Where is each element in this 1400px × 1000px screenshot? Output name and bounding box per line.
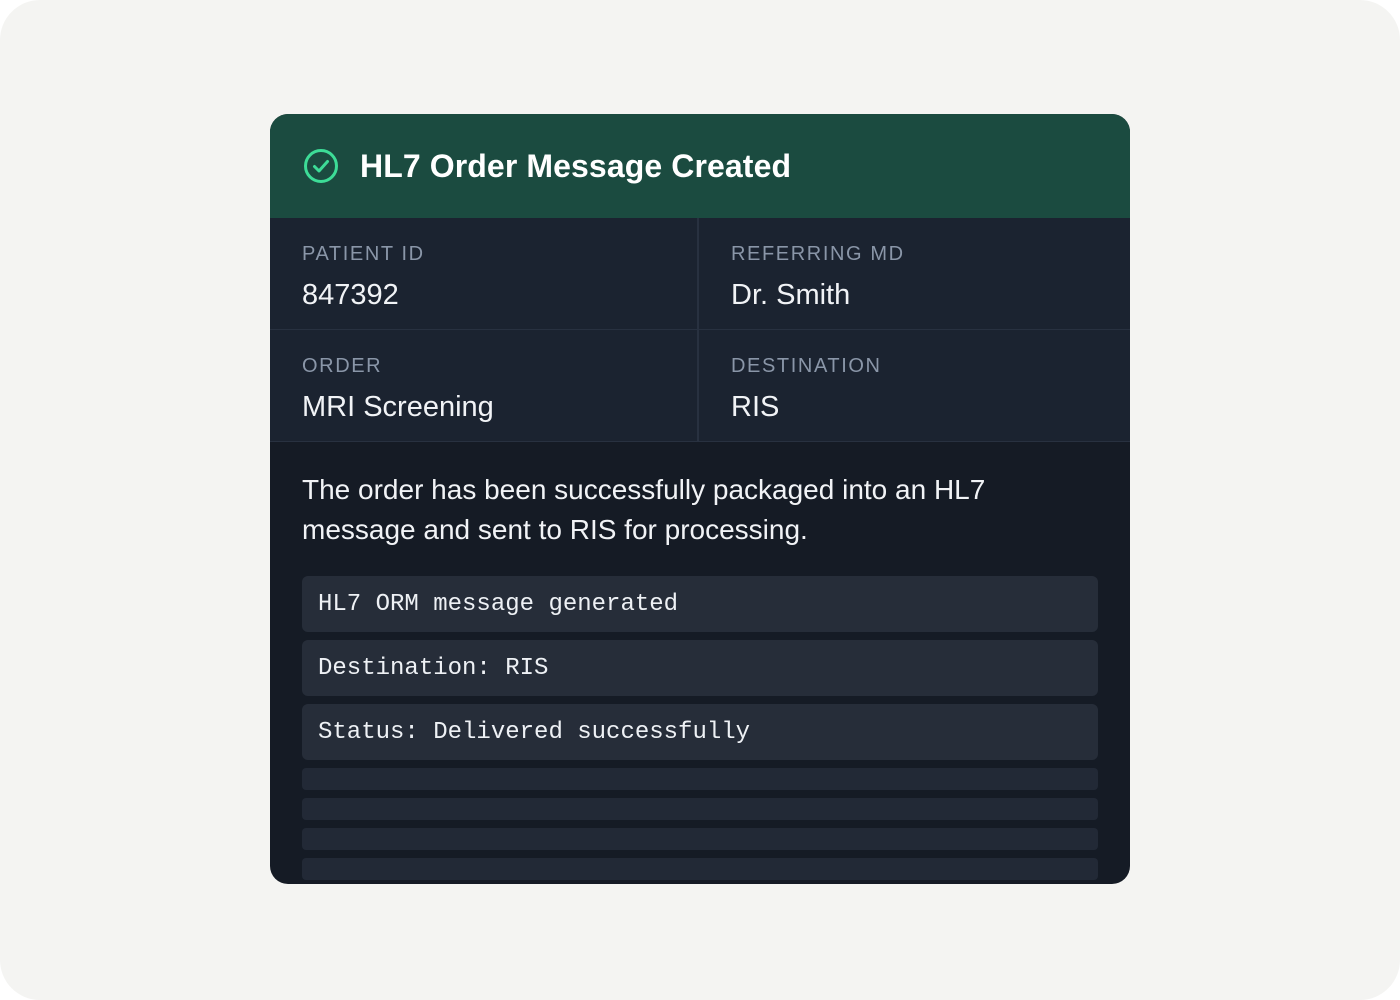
page-background: HL7 Order Message Created PATIENT ID 847… [0, 0, 1400, 1000]
check-circle-icon [302, 147, 340, 185]
log-placeholder-line [302, 798, 1098, 820]
order-field: ORDER MRI Screening [270, 330, 699, 442]
field-value: MRI Screening [302, 391, 494, 423]
log-placeholder-line [302, 768, 1098, 790]
destination-field: DESTINATION RIS [699, 330, 1130, 442]
status-description: The order has been successfully packaged… [302, 474, 986, 545]
log-line: HL7 ORM message generated [302, 576, 1098, 632]
card-header: HL7 Order Message Created [270, 114, 1130, 218]
order-details-grid: PATIENT ID 847392 REFERRING MD Dr. Smith… [270, 218, 1130, 442]
field-label: DESTINATION [731, 355, 882, 377]
field-label: REFERRING MD [731, 243, 905, 265]
referring-md-field: REFERRING MD Dr. Smith [699, 218, 1130, 330]
log-line: Status: Delivered successfully [302, 704, 1098, 760]
field-value: RIS [731, 391, 780, 423]
log-placeholder-line [302, 858, 1098, 880]
patient-id-field: PATIENT ID 847392 [270, 218, 699, 330]
log-placeholder-line [302, 828, 1098, 850]
field-label: ORDER [302, 355, 383, 377]
message-log: HL7 ORM message generated Destination: R… [302, 576, 1098, 880]
field-label: PATIENT ID [302, 243, 425, 265]
card-title: HL7 Order Message Created [360, 147, 792, 184]
field-value: Dr. Smith [731, 279, 851, 311]
field-value: 847392 [302, 279, 399, 311]
card-body: The order has been successfully packaged… [270, 442, 1130, 880]
hl7-confirmation-card: HL7 Order Message Created PATIENT ID 847… [270, 114, 1130, 884]
log-line: Destination: RIS [302, 640, 1098, 696]
